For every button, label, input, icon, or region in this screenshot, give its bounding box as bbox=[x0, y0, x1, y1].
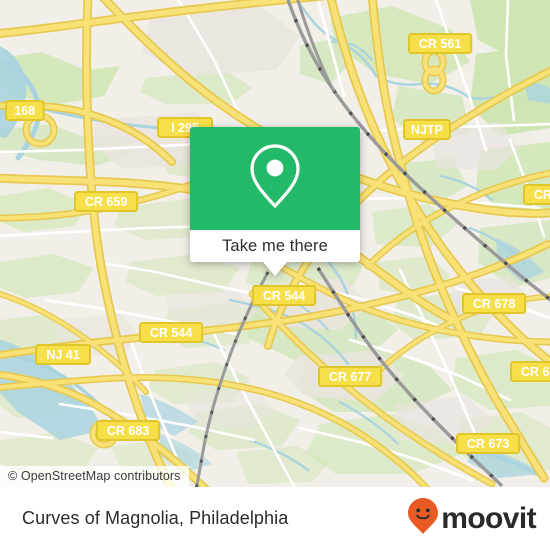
road-shield-label: CR 678 bbox=[473, 297, 515, 311]
road-shield-label: CR 544 bbox=[263, 289, 305, 303]
road-shield-label: CR 683 bbox=[107, 424, 149, 438]
road-shield: CR 561 bbox=[408, 33, 473, 54]
road-shield: 168 bbox=[5, 100, 45, 121]
osm-attribution[interactable]: © OpenStreetMap contributors bbox=[0, 466, 189, 487]
road-shield: CR 659 bbox=[74, 191, 139, 212]
destination-popup-card[interactable]: Take me there bbox=[190, 127, 360, 276]
road-shield-label: CR 673 bbox=[467, 437, 509, 451]
location-pin-icon bbox=[248, 142, 302, 215]
road-shield-label: CR 673 bbox=[521, 365, 550, 379]
road-shield: CR 678 bbox=[462, 293, 527, 314]
road-shield: CR 683 bbox=[96, 420, 161, 441]
road-shield-label: CR 677 bbox=[329, 370, 371, 384]
road-shield-label: CR 659 bbox=[85, 195, 127, 209]
road-shield: CR 561 bbox=[523, 184, 550, 205]
road-shield-label: NJTP bbox=[411, 123, 443, 137]
popup-pointer-tail bbox=[263, 262, 287, 276]
take-me-there-label: Take me there bbox=[222, 236, 328, 255]
moovit-map-screenshot: CR 561I 295NJTP168CR 659CR 561CR 544CR 6… bbox=[0, 0, 550, 550]
road-shield-label: CR 561 bbox=[534, 188, 550, 202]
road-shield: CR 544 bbox=[139, 322, 204, 343]
road-shield: NJ 41 bbox=[35, 344, 91, 365]
road-shield-label: 168 bbox=[14, 104, 35, 118]
road-shield: NJTP bbox=[403, 119, 451, 140]
road-shield: CR 673 bbox=[510, 361, 550, 382]
moovit-wordmark: moovit bbox=[441, 501, 536, 535]
road-shield-label: CR 544 bbox=[150, 326, 192, 340]
moovit-brand[interactable]: moovit bbox=[408, 498, 537, 539]
road-shield: CR 673 bbox=[456, 433, 521, 454]
road-shield-label: NJ 41 bbox=[46, 348, 79, 362]
popup-pin-panel bbox=[190, 127, 360, 230]
moovit-smiling-pin-icon bbox=[408, 498, 439, 539]
popup-action-bar[interactable]: Take me there bbox=[190, 230, 360, 276]
road-shield-label: CR 561 bbox=[419, 37, 461, 51]
place-name-label: Curves of Magnolia, Philadelphia bbox=[22, 508, 289, 528]
road-shield: CR 677 bbox=[318, 366, 383, 387]
footer-bar: CR 561I 295NJTP168CR 659CR 561CR 544CR 6… bbox=[0, 487, 550, 550]
road-shield: CR 544 bbox=[252, 285, 317, 306]
